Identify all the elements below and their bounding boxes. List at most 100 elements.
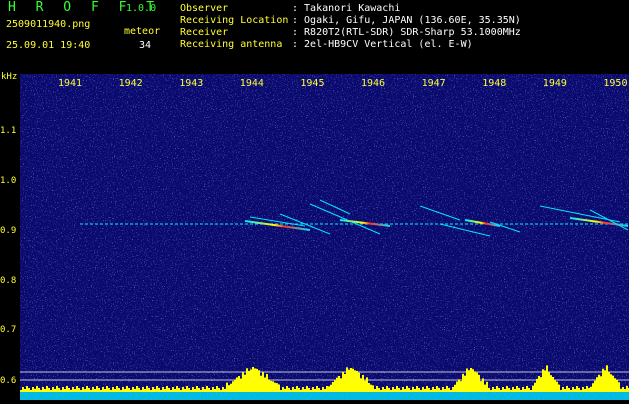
level-bar [32, 387, 34, 392]
level-bar [336, 377, 338, 392]
level-bar [368, 383, 370, 392]
level-bar [100, 390, 102, 392]
level-bar [198, 388, 200, 392]
level-bar [174, 389, 176, 392]
level-bar [384, 389, 386, 392]
level-bar [556, 381, 558, 392]
level-bar [574, 389, 576, 392]
level-bar [566, 386, 568, 392]
spectrogram-plot: 1941 1942 1943 1944 1945 1946 1947 1948 1949 1950 [20, 74, 629, 400]
level-bar [544, 370, 546, 392]
level-bar [164, 389, 166, 392]
level-bar [330, 384, 332, 392]
location-label: Receiving Location [180, 15, 289, 26]
level-bar [540, 377, 542, 392]
level-bar [406, 386, 408, 392]
level-bar [626, 386, 628, 392]
level-bar [490, 390, 492, 392]
level-bar [20, 390, 22, 392]
level-bar [188, 388, 190, 392]
level-bar [140, 390, 142, 392]
level-bar [414, 389, 416, 392]
level-bar [318, 388, 320, 392]
level-bar [494, 389, 496, 392]
level-bar [214, 389, 216, 392]
level-bar [436, 386, 438, 392]
level-bar [282, 387, 284, 392]
level-bar [342, 371, 344, 392]
level-bar [624, 389, 626, 392]
level-bar [274, 382, 276, 392]
level-bar [118, 388, 120, 392]
level-bar [212, 387, 214, 392]
level-bar [340, 378, 342, 392]
level-bar [320, 390, 322, 392]
observer-value: : Takanori Kawachi [292, 3, 401, 14]
level-bar [142, 387, 144, 392]
level-bar [512, 387, 514, 392]
x-tick-label: 1948 [482, 78, 507, 89]
file-name: 2509011940.png [6, 19, 91, 30]
level-bar [94, 389, 96, 392]
y-tick-label: 1.0 [0, 176, 17, 186]
level-bar [300, 390, 302, 392]
antenna-label: Receiving antenna [180, 39, 283, 50]
level-bar [220, 390, 222, 392]
level-bar [260, 375, 262, 392]
level-bar [460, 381, 462, 392]
level-bar [182, 387, 184, 392]
level-bar [390, 390, 392, 392]
level-bar [470, 368, 472, 392]
x-tick-label: 1943 [179, 78, 204, 89]
level-bar [600, 376, 602, 392]
level-bar [302, 387, 304, 392]
level-bar [148, 388, 150, 392]
level-bar [450, 390, 452, 392]
level-bar [328, 386, 330, 392]
level-bar [170, 390, 172, 392]
level-bar [210, 390, 212, 392]
level-bar [582, 387, 584, 392]
level-bar [256, 368, 258, 392]
level-bar [364, 380, 366, 392]
level-bar [322, 387, 324, 392]
level-bar [352, 368, 354, 392]
level-bar [338, 376, 340, 392]
level-bar [58, 388, 60, 392]
level-bar [200, 390, 202, 392]
observer-label: Observer [180, 3, 229, 14]
level-bar [50, 390, 52, 392]
level-bar [110, 390, 112, 392]
level-bar [520, 390, 522, 392]
level-bar [354, 370, 356, 392]
level-bar [238, 376, 240, 392]
level-bar [252, 367, 254, 392]
level-bar [54, 389, 56, 392]
level-bar [98, 388, 100, 392]
level-bar [408, 388, 410, 392]
level-bar [316, 386, 318, 392]
level-bar [488, 388, 490, 392]
level-bar [608, 371, 610, 392]
level-bar [192, 387, 194, 392]
level-bar [468, 370, 470, 392]
level-bar [312, 387, 314, 392]
level-bar [186, 386, 188, 392]
level-bar [376, 386, 378, 392]
level-bar [362, 375, 364, 392]
level-bar [428, 388, 430, 392]
level-bar [106, 386, 108, 392]
level-bar [90, 390, 92, 392]
level-bar [546, 365, 548, 392]
level-bar [128, 388, 130, 392]
level-bar [498, 388, 500, 392]
level-bar [374, 389, 376, 392]
level-bar [326, 386, 328, 392]
level-bar [262, 372, 264, 392]
level-bar [372, 385, 374, 392]
level-bar [272, 381, 274, 392]
level-bar [554, 379, 556, 392]
level-bar [522, 387, 524, 392]
level-bar [22, 387, 24, 392]
level-bar [314, 389, 316, 392]
